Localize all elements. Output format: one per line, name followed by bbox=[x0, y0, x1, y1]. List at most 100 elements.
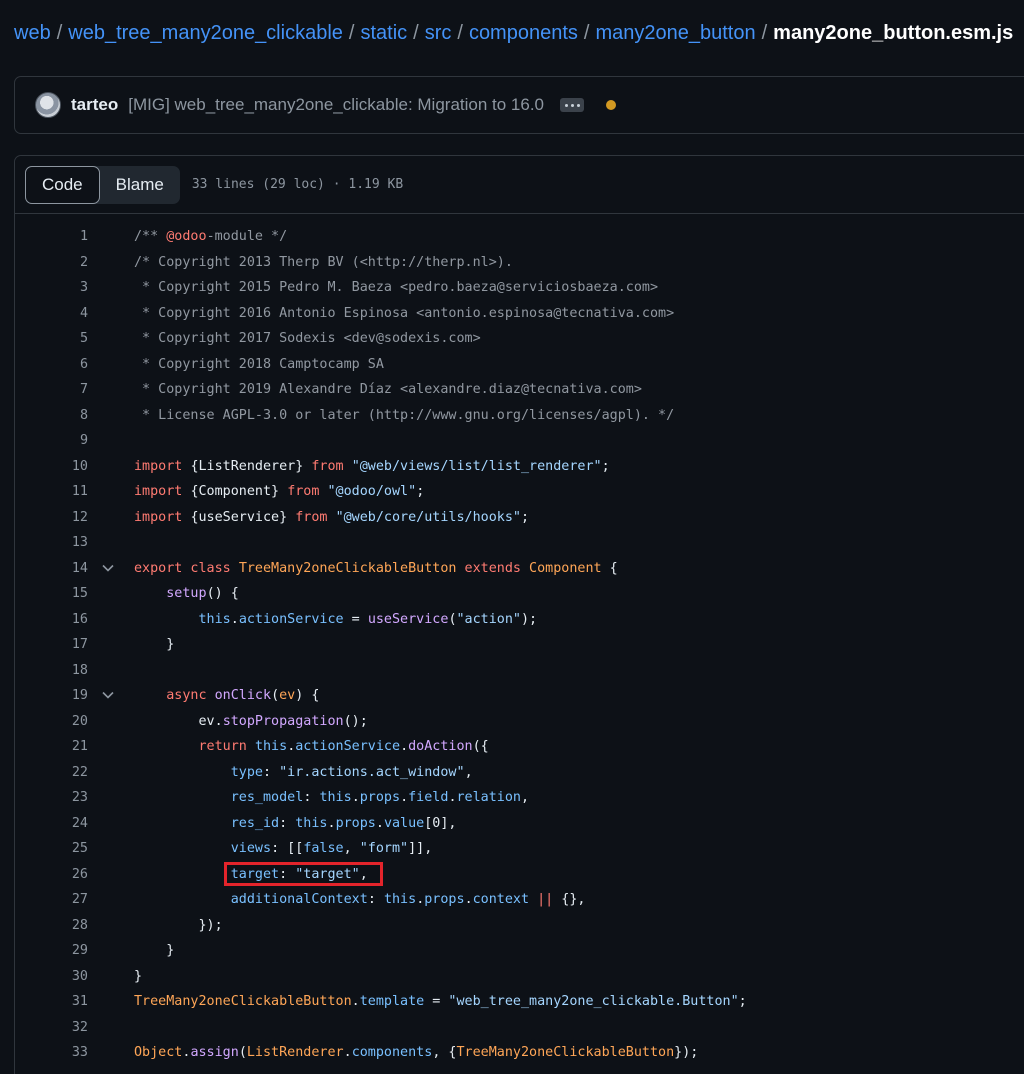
line-source: * Copyright 2018 Camptocamp SA bbox=[134, 356, 384, 372]
line-number[interactable]: 24 bbox=[15, 811, 88, 837]
code-line: 9 bbox=[15, 428, 1024, 454]
line-source: } bbox=[134, 968, 143, 984]
line-number[interactable]: 15 bbox=[15, 581, 88, 607]
commit-status-dot-icon[interactable] bbox=[606, 100, 617, 110]
line-number[interactable]: 29 bbox=[15, 938, 88, 964]
code-line: 11 import {Component} from "@odoo/owl"; bbox=[15, 479, 1024, 505]
line-source: /** @odoo-module */ bbox=[134, 229, 288, 244]
code-line: 21 return this.actionService.doAction({ bbox=[15, 734, 1024, 760]
line-number[interactable]: 31 bbox=[15, 989, 88, 1015]
breadcrumb-link[interactable]: static bbox=[360, 22, 407, 44]
line-number[interactable]: 26 bbox=[15, 862, 88, 888]
highlight-box bbox=[224, 861, 383, 886]
line-source: Object.assign(ListRenderer.components, {… bbox=[134, 1045, 699, 1060]
code-line: 18 bbox=[15, 658, 1024, 684]
breadcrumb-separator: / bbox=[457, 22, 463, 44]
code-line: 7 * Copyright 2019 Alexandre Díaz <alexa… bbox=[15, 377, 1024, 403]
code-line: 8 * License AGPL-3.0 or later (http://ww… bbox=[15, 403, 1024, 429]
fold-chevron-down-icon[interactable] bbox=[101, 683, 115, 709]
line-number[interactable]: 4 bbox=[15, 301, 88, 327]
code-line: 1 /** @odoo-module */ bbox=[15, 224, 1024, 250]
tab-blame[interactable]: Blame bbox=[100, 166, 180, 204]
expand-commit-ellipsis-icon[interactable] bbox=[560, 98, 585, 112]
line-source: * Copyright 2015 Pedro M. Baeza <pedro.b… bbox=[134, 280, 659, 295]
code-line: 17 } bbox=[15, 632, 1024, 658]
breadcrumb-link[interactable]: many2one_button bbox=[595, 22, 755, 44]
code-line: 26 target: "target", bbox=[15, 861, 1024, 888]
line-source: additionalContext: this.props.context ||… bbox=[230, 892, 586, 907]
line-number[interactable]: 32 bbox=[15, 1015, 88, 1041]
line-number[interactable]: 23 bbox=[15, 785, 88, 811]
code-line: 15 setup() { bbox=[15, 581, 1024, 607]
line-source: } bbox=[134, 637, 175, 652]
line-number[interactable]: 14 bbox=[15, 556, 88, 582]
line-number[interactable]: 33 bbox=[15, 1040, 88, 1066]
code-line: 6 * Copyright 2018 Camptocamp SA bbox=[15, 352, 1024, 378]
line-number[interactable]: 5 bbox=[15, 326, 88, 352]
line-number[interactable]: 8 bbox=[15, 403, 88, 429]
breadcrumb: web / web_tree_many2one_clickable / static / s… bbox=[14, 22, 1013, 45]
line-number[interactable]: 28 bbox=[15, 913, 88, 939]
breadcrumb-link[interactable]: components bbox=[469, 22, 578, 44]
line-number[interactable]: 19 bbox=[15, 683, 88, 709]
tab-code[interactable]: Code bbox=[25, 165, 100, 204]
file-size-info: 33 lines (29 loc) · 1.19 KB bbox=[191, 177, 404, 192]
line-number[interactable]: 1 bbox=[15, 224, 88, 250]
line-number[interactable]: 7 bbox=[15, 377, 88, 403]
line-source: }); bbox=[134, 917, 223, 933]
code-line: 31 TreeMany2oneClickableButton.template =… bbox=[15, 989, 1024, 1015]
line-source: export class TreeMany2oneClickableButton… bbox=[134, 560, 618, 576]
line-source: return this.actionService.doAction({ bbox=[198, 739, 489, 754]
line-number[interactable]: 11 bbox=[15, 479, 88, 505]
line-number[interactable]: 6 bbox=[15, 352, 88, 378]
line-source: res_id: this.props.value[0], bbox=[230, 815, 457, 831]
line-number[interactable]: 27 bbox=[15, 887, 88, 913]
line-number[interactable]: 12 bbox=[15, 505, 88, 531]
code-line: 10 import {ListRenderer} from "@web/views… bbox=[15, 454, 1024, 480]
line-number[interactable]: 2 bbox=[15, 250, 88, 276]
code-line: 23 res_model: this.props.field.relation, bbox=[15, 785, 1024, 811]
fold-chevron-down-icon[interactable] bbox=[101, 556, 115, 582]
line-number[interactable]: 18 bbox=[15, 658, 88, 684]
line-source: import {useService} from "@web/core/util… bbox=[134, 509, 530, 525]
line-number[interactable]: 16 bbox=[15, 607, 88, 633]
code-line: 14 export class TreeMany2oneClickableButt… bbox=[15, 556, 1024, 582]
line-source: views: [[false, "form"]], bbox=[230, 841, 433, 856]
code-line: 29 } bbox=[15, 938, 1024, 964]
line-number[interactable]: 21 bbox=[15, 734, 88, 760]
line-source: * License AGPL-3.0 or later (http://www.… bbox=[134, 407, 675, 423]
breadcrumb-link[interactable]: src bbox=[425, 22, 452, 44]
view-mode-toggle: Code Blame bbox=[25, 165, 180, 204]
breadcrumb-separator: / bbox=[583, 22, 590, 44]
line-number[interactable]: 30 bbox=[15, 964, 88, 990]
breadcrumb-link[interactable]: web_tree_many2one_clickable bbox=[68, 22, 343, 44]
line-number[interactable]: 17 bbox=[15, 632, 88, 658]
line-source: } bbox=[134, 943, 175, 958]
line-number[interactable]: 3 bbox=[15, 275, 88, 301]
line-source: this.actionService = useService("action"… bbox=[198, 611, 538, 627]
avatar[interactable] bbox=[35, 92, 61, 118]
file-viewer: Code Blame 33 lines (29 loc) · 1.19 KB 1… bbox=[14, 155, 1024, 1074]
code-line: 5 * Copyright 2017 Sodexis <dev@sodexis.… bbox=[15, 326, 1024, 352]
breadcrumb-separator: / bbox=[348, 22, 355, 44]
commit-author[interactable]: tarteo bbox=[71, 95, 118, 115]
code-line: 13 bbox=[15, 530, 1024, 556]
line-source: type: "ir.actions.act_window", bbox=[230, 764, 473, 780]
code-line: 25 views: [[false, "form"]], bbox=[15, 836, 1024, 862]
line-number[interactable]: 20 bbox=[15, 709, 88, 735]
commit-message[interactable]: [MIG] web_tree_many2one_clickable: Migra… bbox=[128, 95, 544, 115]
breadcrumb-link[interactable]: web bbox=[14, 22, 51, 44]
line-source: * Copyright 2016 Antonio Espinosa <anton… bbox=[134, 305, 675, 321]
line-source: ev.stopPropagation(); bbox=[134, 713, 368, 729]
code-line: 33 Object.assign(ListRenderer.components,… bbox=[15, 1040, 1024, 1066]
line-number[interactable]: 10 bbox=[15, 454, 88, 480]
code-line: 27 additionalContext: this.props.context… bbox=[15, 887, 1024, 913]
line-number[interactable]: 9 bbox=[15, 428, 88, 454]
line-source: import {Component} from "@odoo/owl"; bbox=[134, 484, 425, 499]
code-line: 22 type: "ir.actions.act_window", bbox=[15, 760, 1024, 786]
line-source: TreeMany2oneClickableButton.template = "… bbox=[134, 994, 747, 1009]
line-number[interactable]: 22 bbox=[15, 760, 88, 786]
line-number[interactable]: 25 bbox=[15, 836, 88, 862]
line-number[interactable]: 13 bbox=[15, 530, 88, 556]
line-source: res_model: this.props.field.relation, bbox=[230, 790, 530, 805]
